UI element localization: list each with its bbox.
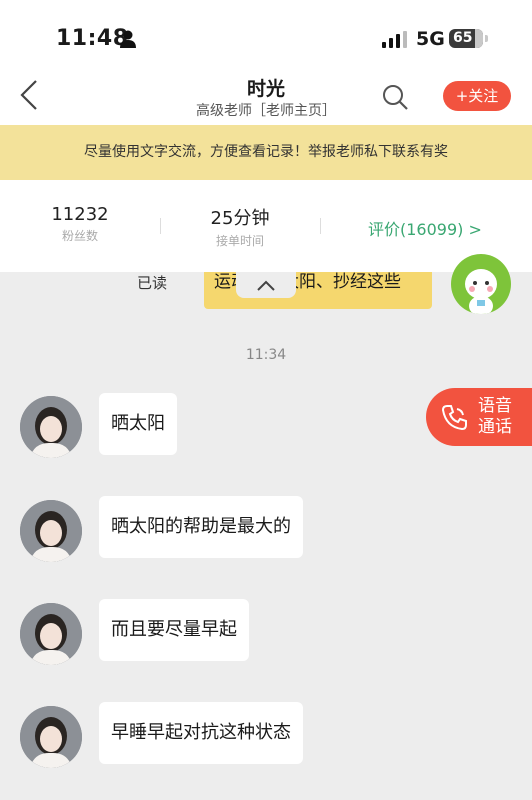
notice-banner: 尽量使用文字交流，方便查看记录！举报老师私下联系有奖 — [0, 125, 532, 180]
voice-call-label-line1: 语音 — [478, 396, 512, 416]
fans-label: 粉丝数 — [61, 229, 98, 243]
portrait-icon — [20, 500, 82, 562]
response-stat: 25分钟 接单时间 — [190, 204, 290, 249]
teacher-avatar[interactable] — [20, 603, 82, 665]
my-avatar[interactable] — [451, 254, 511, 314]
message-bubble[interactable]: 早睡早起对抗这种状态 — [99, 702, 303, 764]
signal-icon — [382, 31, 407, 48]
voice-call-label-line2: 通话 — [478, 417, 512, 437]
response-label: 接单时间 — [215, 234, 264, 248]
battery-icon: 65 — [449, 29, 483, 48]
fans-count: 11232 — [51, 204, 109, 225]
voice-call-label: 语音 通话 — [478, 396, 526, 438]
follow-button[interactable]: +关注 — [443, 81, 511, 111]
rating-link[interactable]: 评价(16099) > — [368, 216, 482, 240]
phone-icon — [441, 405, 467, 431]
search-icon[interactable] — [380, 82, 410, 112]
portrait-icon — [20, 603, 82, 665]
chevron-up-icon — [257, 280, 275, 291]
portrait-icon — [20, 706, 82, 768]
status-bar: 11:48 5G 65 — [0, 0, 532, 70]
read-status: 已读 — [137, 274, 168, 292]
header: 时光 高级老师［老师主页］ +关注 — [0, 70, 532, 125]
teacher-avatar[interactable] — [20, 396, 82, 458]
portrait-icon — [20, 396, 82, 458]
cartoon-avatar-icon — [465, 269, 497, 314]
battery-level: 65 — [453, 30, 473, 46]
clock: 11:48 — [56, 26, 129, 51]
teacher-avatar[interactable] — [20, 706, 82, 768]
message-bubble[interactable]: 晒太阳 — [99, 393, 177, 455]
teacher-avatar[interactable] — [20, 500, 82, 562]
message-bubble[interactable]: 晒太阳的帮助是最大的 — [99, 496, 303, 558]
network-type: 5G — [416, 28, 445, 50]
collapse-button[interactable] — [236, 272, 296, 298]
person-icon — [120, 30, 136, 48]
message-timestamp: 11:34 — [245, 347, 287, 363]
fans-stat: 11232 粉丝数 — [40, 204, 120, 244]
response-time: 25分钟 — [210, 208, 270, 229]
stats-panel: 11232 粉丝数 25分钟 接单时间 评价(16099) > — [0, 180, 532, 272]
voice-call-button[interactable]: 语音 通话 — [426, 388, 532, 446]
message-bubble[interactable]: 而且要尽量早起 — [99, 599, 249, 661]
